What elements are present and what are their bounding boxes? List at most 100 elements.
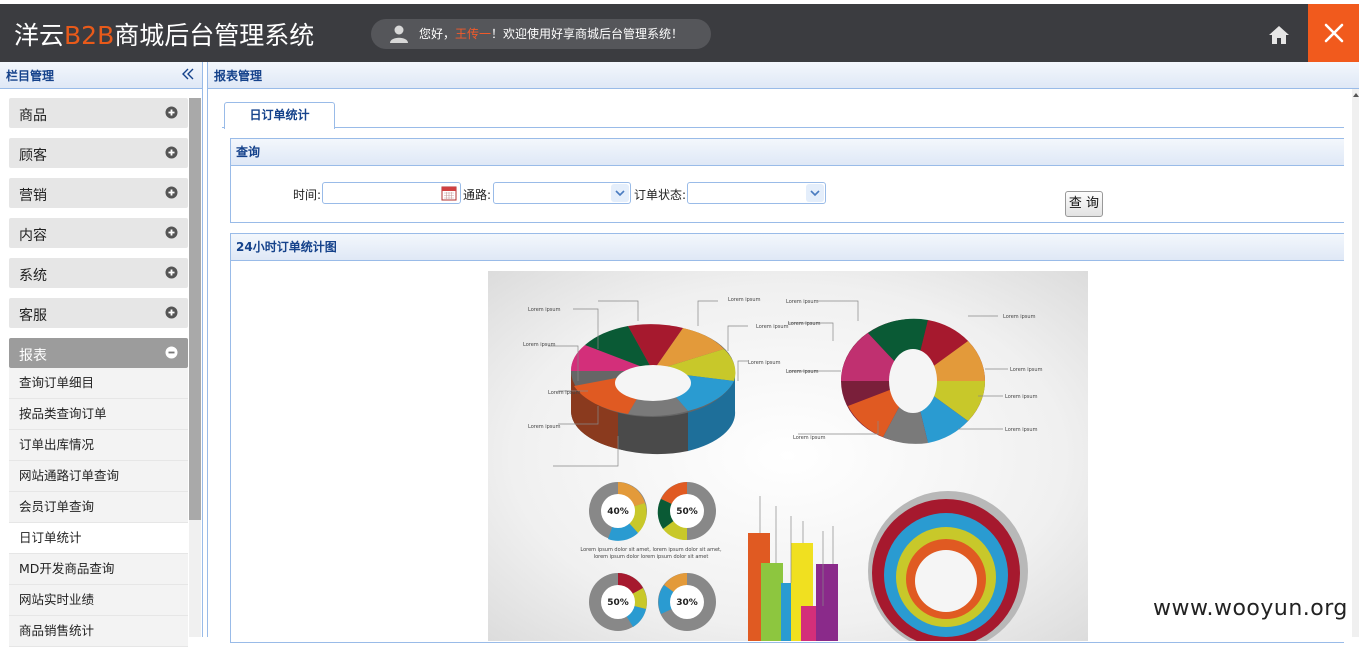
close-icon [1324,23,1344,43]
lorem-label: Lorem ipsum [1003,314,1036,320]
user-name: 王传一 [455,27,492,41]
query-panel: 查询 时间: 通路: 订单状态: 查 询 [230,138,1344,223]
expand-plus-icon[interactable] [165,106,178,119]
query-button[interactable]: 查 询 [1065,191,1103,217]
channel-label: 通路: [463,188,492,202]
menu-label: 营销 [19,188,47,204]
expand-plus-icon[interactable] [165,306,178,319]
sidebar-item-member-orders[interactable]: 会员订单查询 [9,492,188,523]
lorem-label: Lorem ipsum [748,360,781,366]
sidebar-menu-service[interactable]: 客服 [9,298,188,328]
sidebar-scrollbar[interactable] [189,98,201,637]
sidebar-item-realtime-sales[interactable]: 网站实时业绩 [9,585,188,616]
lorem-label: Lorem ipsum [1005,394,1038,400]
sidebar-menu-system[interactable]: 系统 [9,258,188,288]
menu-label: 商品 [19,108,47,124]
order-status-select[interactable] [687,182,826,204]
app-header: 洋云B2B商城后台管理系统 您好，王传一！欢迎使用好享商城后台管理系统！ [0,4,1359,62]
sidebar-menu: 商品 顾客 营销 内容 系统 客服 报表 查询订单细目 按品类查询订单 订单出库… [9,98,188,647]
lorem-label: Lorem ipsum [528,307,561,313]
lorem-label: Lorem ipsum [548,390,581,396]
tab-daily-order-stats[interactable]: 日订单统计 [224,102,335,129]
sidebar-item-daily-order-stats[interactable]: 日订单统计 [9,523,188,554]
close-button[interactable] [1308,4,1359,62]
donut-percent-label: 40% [607,507,629,517]
calendar-icon[interactable] [441,185,457,201]
lorem-label: Lorem ipsum [786,369,819,375]
donut-percent-label: 50% [676,507,698,517]
home-icon[interactable] [1266,22,1292,48]
time-input[interactable] [322,182,461,204]
sidebar-title: 栏目管理 [6,69,55,83]
brand-prefix: 洋云 [14,21,65,50]
collapse-minus-icon[interactable] [165,346,178,359]
lorem-paragraph-line: Lorem ipsum dolor sit amet, lorem ipsum … [580,547,722,553]
sidebar-item-order-outbound[interactable]: 订单出库情况 [9,430,188,461]
brand-accent: B2B [64,21,115,50]
brand-suffix: 商城后台管理系统 [114,21,315,50]
bar-chart-3d [748,533,838,641]
tab-bar: 日订单统计 [222,100,1344,129]
chevron-down-icon [806,184,824,202]
menu-label: 客服 [19,308,47,324]
sidebar-header: 栏目管理 [0,62,202,89]
sidebar-item-order-detail[interactable]: 查询订单细目 [9,368,188,399]
lorem-label: Lorem ipsum [1005,427,1038,433]
lorem-paragraph-line: lorem ipsum dolor lorem ipsum dolor sit … [594,554,709,560]
expand-plus-icon[interactable] [165,266,178,279]
menu-label: 系统 [19,268,47,284]
sidebar-scrollbar-thumb[interactable] [189,98,201,520]
main-panel: 报表管理 日订单统计 查询 时间: 通路: 订单状态: 查 询 24小时订单统计… [207,62,1359,643]
lorem-label: Lorem ipsum [523,342,556,348]
app-logo: 洋云B2B商城后台管理系统 [14,16,314,52]
donut-3d-left [570,324,736,455]
donut-percent-label: 50% [607,598,629,608]
expand-plus-icon[interactable] [165,226,178,239]
menu-label: 顾客 [19,148,47,164]
chevron-down-icon [611,184,629,202]
scroll-up-arrow-icon[interactable] [1352,89,1359,101]
infographic-illustration: Lorem ipsum Lorem ipsum Lorem ipsum Lore… [523,297,1043,641]
lorem-label: Lorem ipsum [756,324,789,330]
expand-plus-icon[interactable] [165,146,178,159]
collapse-sidebar-icon[interactable] [181,67,195,81]
sidebar-item-product-sales[interactable]: 商品销售统计 [9,616,188,647]
sidebar: 栏目管理 商品 顾客 营销 内容 系统 客服 报表 查询订单细目 按品类查询订单… [0,62,203,647]
main-header: 报表管理 [208,62,1359,89]
chart-image: Lorem ipsum Lorem ipsum Lorem ipsum Lore… [488,271,1088,641]
main-title: 报表管理 [214,69,263,83]
lorem-label: Lorem ipsum [528,424,561,430]
lorem-label: Lorem ipsum [788,321,821,327]
reports-submenu: 查询订单细目 按品类查询订单 订单出库情况 网站通路订单查询 会员订单查询 日订… [9,368,188,647]
chart-panel-header: 24小时订单统计图 [231,234,1344,261]
lorem-paragraph: Lorem ipsum dolor sit amet, lorem ipsum … [580,547,722,560]
menu-label: 内容 [19,228,47,244]
menu-label: 报表 [19,348,47,364]
expand-plus-icon[interactable] [165,186,178,199]
sidebar-menu-goods[interactable]: 商品 [9,98,188,128]
watermark: www.wooyun.org [1153,596,1348,621]
time-label: 时间: [293,188,322,202]
sidebar-menu-marketing[interactable]: 营销 [9,178,188,208]
donut-3d-right [841,318,985,444]
channel-select[interactable] [493,182,631,204]
user-icon [390,25,408,43]
sidebar-menu-content[interactable]: 内容 [9,218,188,248]
welcome-banner: 您好，王传一！欢迎使用好享商城后台管理系统！ [371,19,711,49]
welcome-suffix: ！欢迎使用好享商城后台管理系统！ [491,27,684,41]
concentric-rings [868,491,1028,641]
lorem-label: Lorem ipsum [728,297,761,303]
main-scrollbar[interactable] [1352,89,1359,637]
lorem-label: Lorem ipsum [1010,367,1043,373]
sidebar-item-channel-orders[interactable]: 网站通路订单查询 [9,461,188,492]
order-status-label: 订单状态: [634,188,687,202]
query-panel-header: 查询 [231,139,1344,166]
sidebar-item-md-products[interactable]: MD开发商品查询 [9,554,188,585]
sidebar-menu-reports[interactable]: 报表 [9,338,188,368]
donut-percent-label: 30% [676,598,698,608]
lorem-label: Lorem ipsum [786,299,819,305]
sidebar-item-order-by-category[interactable]: 按品类查询订单 [9,399,188,430]
sidebar-menu-customers[interactable]: 顾客 [9,138,188,168]
chart-panel: 24小时订单统计图 Lorem ipsum Lorem ipsum Lorem … [230,233,1344,643]
welcome-prefix: 您好， [419,27,456,41]
